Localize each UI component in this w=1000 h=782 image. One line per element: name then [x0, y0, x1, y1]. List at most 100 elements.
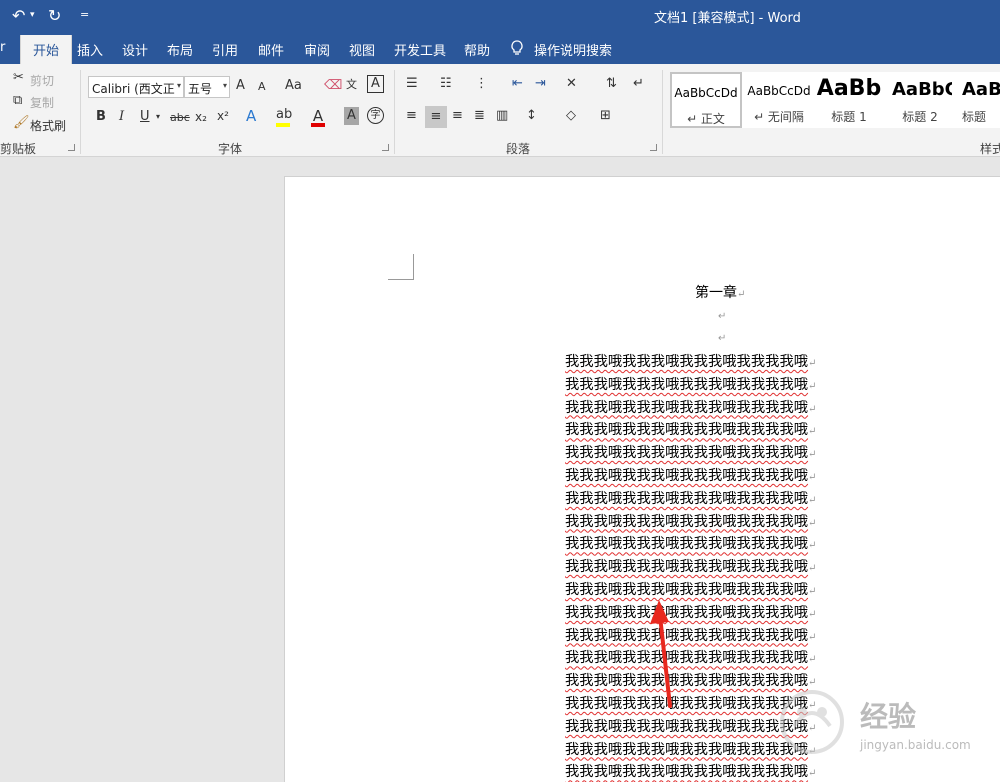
style-heading-1[interactable]: AaBb 标题 1 [816, 72, 882, 128]
line-text: 我我我哦我我我哦我我我哦我我我我哦 [565, 445, 809, 462]
sort-icon[interactable]: ⇅ [606, 76, 617, 91]
text-line[interactable]: 我我我哦我我我哦我我我哦我我我我哦↵ [565, 532, 816, 553]
char-shading-icon[interactable]: A [344, 107, 359, 125]
numbering-icon[interactable]: ☷ [440, 76, 452, 91]
paragraph-launcher-icon[interactable] [650, 144, 657, 151]
clipboard-launcher-icon[interactable] [68, 144, 75, 151]
line-text: 我我我哦我我我哦我我我哦我我我我哦 [565, 650, 809, 667]
text-line[interactable]: 我我我哦我我我哦我我我哦我我我我哦↵ [565, 646, 816, 667]
tab-help[interactable]: 帮助 [464, 40, 490, 59]
char-border-icon[interactable]: A [367, 75, 384, 93]
font-name-combo[interactable]: Calibri (西文正 ▾ [88, 76, 184, 98]
tab-layout[interactable]: 布局 [167, 40, 193, 59]
window-title: 文档1 [兼容模式] - Word [654, 11, 801, 26]
multilevel-list-icon[interactable]: ⋮ [475, 76, 488, 91]
customize-qat-icon[interactable]: = [80, 8, 89, 21]
empty-paragraph-mark[interactable]: ↵ [718, 333, 726, 344]
tab-insert[interactable]: 插入 [77, 40, 103, 59]
increase-indent-icon[interactable]: ⇥ [535, 76, 546, 91]
line-text: 我我我哦我我我哦我我我哦我我我我哦 [565, 513, 809, 530]
text-line[interactable]: 我我我哦我我我哦我我我哦我我我我哦↵ [565, 441, 816, 462]
line-text: 我我我哦我我我哦我我我哦我我我我哦 [565, 627, 809, 644]
tell-me-search[interactable]: 操作说明搜索 [534, 40, 612, 59]
paragraph-mark: ↵ [808, 768, 817, 780]
underline-button[interactable]: U [140, 109, 150, 124]
copy-icon[interactable]: ⧉ [13, 93, 22, 108]
text-effects-icon[interactable]: A [246, 107, 256, 125]
highlight-icon[interactable]: ab [276, 107, 292, 127]
format-painter-icon[interactable]: 🖌 [13, 115, 30, 130]
shrink-font-button[interactable]: A [258, 80, 266, 93]
chinese-layout-icon[interactable]: ✕ [566, 76, 577, 91]
show-marks-icon[interactable]: ↵ [633, 76, 644, 91]
text-line[interactable]: 我我我哦我我我哦我我我哦我我我我哦↵ [565, 464, 816, 485]
align-right-icon[interactable]: ≡ [452, 108, 463, 123]
style-title[interactable]: AaB 标题 [958, 72, 1000, 128]
borders-icon[interactable]: ⊞ [600, 108, 611, 123]
line-text: 我我我哦我我我哦我我我哦我我我我哦 [565, 376, 809, 393]
tab-home[interactable]: 开始 [20, 35, 73, 64]
cut-button[interactable]: 剪切 [30, 72, 54, 89]
change-case-button[interactable]: Aa [285, 78, 302, 93]
superscript-button[interactable]: x² [217, 109, 229, 123]
tab-references[interactable]: 引用 [212, 40, 238, 59]
align-center-icon[interactable]: ≡ [425, 106, 447, 128]
phonetic-guide-icon[interactable]: 文 [346, 76, 357, 92]
undo-icon[interactable]: ↶ [12, 6, 25, 25]
tab-mailings[interactable]: 邮件 [258, 40, 284, 59]
tab-design[interactable]: 设计 [122, 40, 148, 59]
text-line[interactable]: 我我我哦我我我哦我我我哦我我我我哦↵ [565, 601, 816, 622]
text-line[interactable]: 我我我哦我我我哦我我我哦我我我我哦↵ [565, 578, 816, 599]
style-sample: AaBbCcDd [747, 84, 811, 98]
tab-review[interactable]: 审阅 [304, 40, 330, 59]
text-line[interactable]: 我我我哦我我我哦我我我哦我我我我哦↵ [565, 487, 816, 508]
text-line[interactable]: 我我我哦我我我哦我我我哦我我我我哦↵ [565, 373, 816, 394]
text-line[interactable]: 我我我哦我我我哦我我我哦我我我我哦↵ [565, 350, 816, 371]
enclose-char-icon[interactable]: 字 [367, 107, 384, 124]
heading-text: 第一章 [695, 285, 737, 301]
paragraph-mark: ↵ [737, 289, 746, 300]
font-group-label: 字体 [218, 142, 243, 156]
lightbulb-icon [511, 40, 523, 55]
tab-developer[interactable]: 开发工具 [394, 40, 446, 59]
font-size-value: 五号 [188, 82, 213, 96]
style-heading-2[interactable]: AaBbC 标题 2 [888, 72, 952, 128]
style-no-spacing[interactable]: AaBbCcDd ↵ 无间隔 [744, 72, 814, 128]
font-color-icon[interactable]: A [311, 107, 325, 127]
bullets-icon[interactable]: ☰ [406, 76, 418, 91]
underline-dropdown-icon[interactable]: ▾ [156, 112, 160, 121]
tab-view[interactable]: 视图 [349, 40, 375, 59]
justify-icon[interactable]: ≣ [474, 108, 485, 123]
format-painter-button[interactable]: 格式刷 [30, 117, 66, 134]
paragraph-mark: ↵ [808, 608, 817, 620]
scissors-icon[interactable]: ✂ [13, 70, 24, 85]
clear-format-icon[interactable]: ⌫ [324, 78, 342, 93]
line-spacing-icon[interactable]: ↕ [526, 108, 537, 123]
font-size-combo[interactable]: 五号 ▾ [184, 76, 230, 98]
group-divider [662, 70, 663, 154]
text-line[interactable]: 我我我哦我我我哦我我我哦我我我我哦↵ [565, 396, 816, 417]
subscript-button[interactable]: x₂ [195, 110, 207, 124]
text-line[interactable]: 我我我哦我我我哦我我我哦我我我我哦↵ [565, 510, 816, 531]
strikethrough-button[interactable]: abc [170, 111, 190, 124]
align-left-icon[interactable]: ≡ [406, 108, 417, 123]
decrease-indent-icon[interactable]: ⇤ [512, 76, 523, 91]
group-divider [80, 70, 81, 154]
tab-file[interactable]: r [0, 40, 5, 55]
distributed-icon[interactable]: ▥ [496, 108, 508, 123]
style-name: 标题 [962, 110, 987, 124]
font-launcher-icon[interactable] [382, 144, 389, 151]
text-line[interactable]: 我我我哦我我我哦我我我哦我我我我哦↵ [565, 555, 816, 576]
shading-icon[interactable]: ◇ [566, 108, 576, 123]
redo-icon[interactable]: ↻ [48, 6, 61, 25]
italic-button[interactable]: I [119, 109, 124, 124]
chapter-heading[interactable]: 第一章↵ [695, 282, 745, 302]
grow-font-button[interactable]: A [236, 78, 245, 93]
copy-button[interactable]: 复制 [30, 94, 54, 111]
bold-button[interactable]: B [96, 109, 106, 124]
empty-paragraph-mark[interactable]: ↵ [718, 311, 726, 322]
text-line[interactable]: 我我我哦我我我哦我我我哦我我我我哦↵ [565, 418, 816, 439]
undo-dropdown-icon[interactable]: ▾ [30, 10, 35, 20]
style-normal[interactable]: AaBbCcDd ↵ 正文 [670, 72, 742, 128]
text-line[interactable]: 我我我哦我我我哦我我我哦我我我我哦↵ [565, 624, 816, 645]
